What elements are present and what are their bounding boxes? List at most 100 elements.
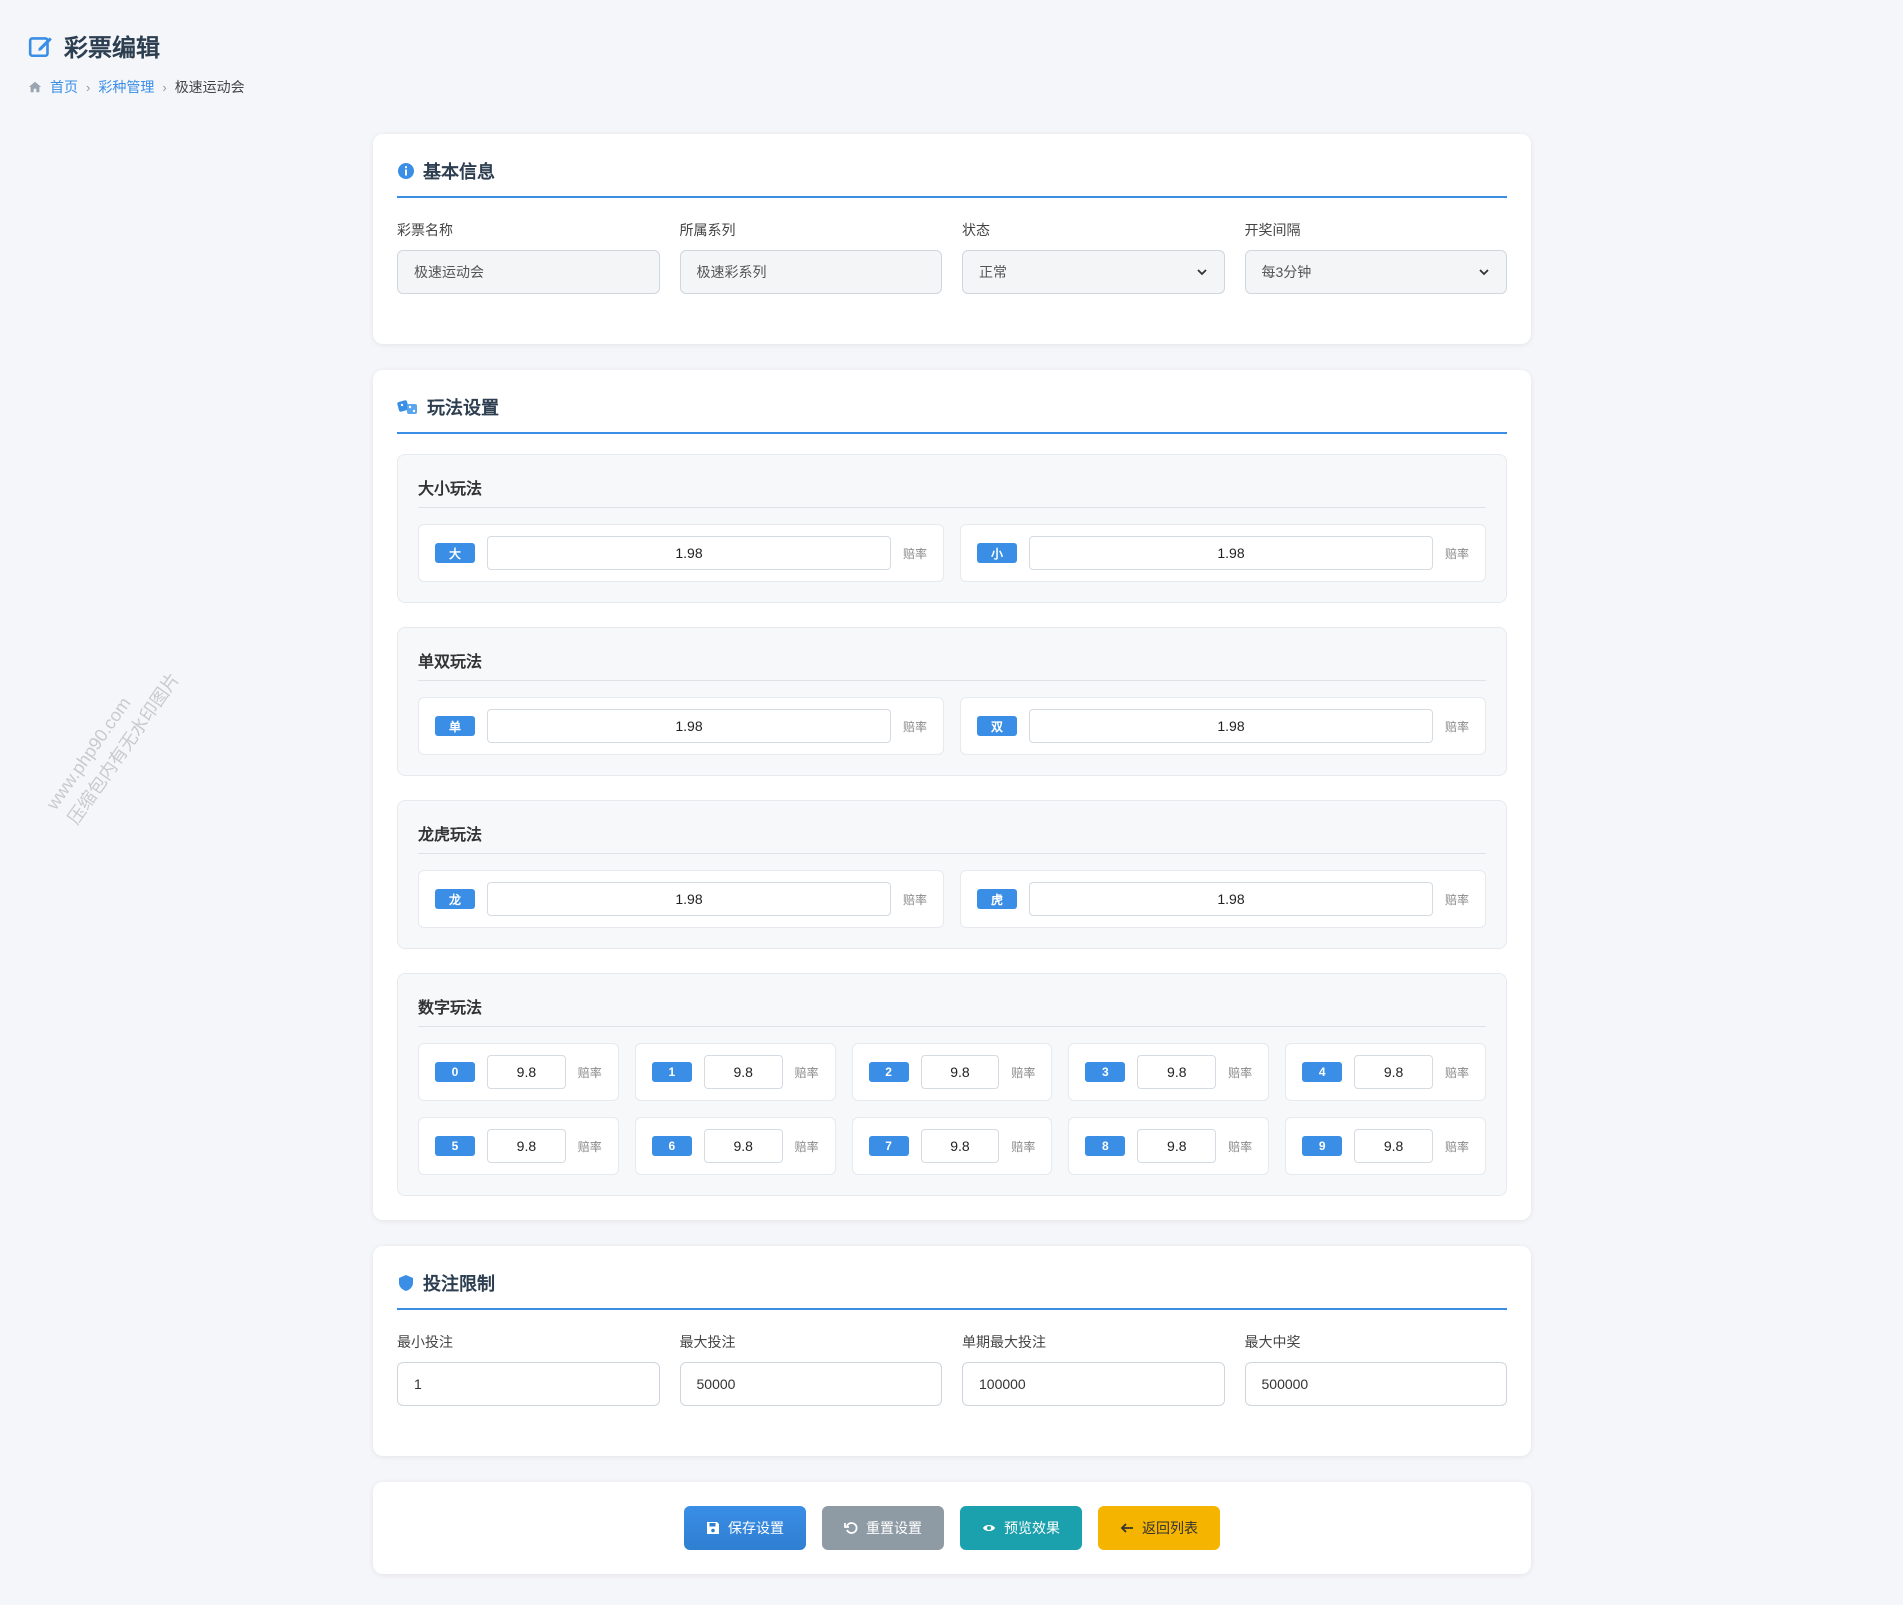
odd-even-group: 单双玩法单 1.98 赔率 双 1.98 赔率 bbox=[397, 627, 1507, 776]
odds-row: 单 1.98 赔率 双 1.98 赔率 bbox=[418, 697, 1486, 755]
odds-item: 单 1.98 赔率 bbox=[418, 697, 944, 755]
odds-input[interactable]: 9.8 bbox=[1137, 1129, 1217, 1163]
odds-input[interactable]: 9.8 bbox=[487, 1129, 566, 1163]
odds-input[interactable]: 1.98 bbox=[487, 709, 891, 743]
field-label: 最大中奖 bbox=[1244, 1334, 1301, 1350]
basic-info-title: 基本信息 bbox=[423, 162, 495, 182]
preview-button[interactable]: 预览效果 bbox=[960, 1506, 1082, 1550]
breadcrumb-lottery-manage[interactable]: 彩种管理 bbox=[98, 77, 154, 97]
number-group: 数字玩法 0 9.8 赔率 1 9.8 赔率 2 9.8 赔率 3 9.8 赔率 4 9.8 赔率 5 9.8 赔率… bbox=[397, 973, 1507, 1196]
odds-item: 7 9.8 赔率 bbox=[851, 1117, 1053, 1175]
odds-unit-label: 赔率 bbox=[902, 719, 927, 734]
field-label: 所属系列 bbox=[679, 222, 736, 238]
odds-item: 龙 1.98 赔率 bbox=[418, 870, 944, 928]
basic-info-header: 基本信息 bbox=[397, 158, 1507, 198]
interval-field: 开奖间隔 每3分钟 bbox=[1244, 220, 1507, 294]
play-settings-title: 玩法设置 bbox=[427, 398, 499, 418]
odds-badge: 5 bbox=[435, 1136, 475, 1156]
odds-item: 0 9.8 赔率 bbox=[418, 1043, 619, 1101]
arrow-left-icon bbox=[1120, 1523, 1133, 1533]
basic-info-card: 基本信息 彩票名称 极速运动会 所属系列 极速彩系列 状态 正常 开奖间隔 每3… bbox=[373, 134, 1531, 344]
odds-item: 2 9.8 赔率 bbox=[851, 1043, 1053, 1101]
shield-icon bbox=[399, 1275, 413, 1291]
odds-input[interactable]: 1.98 bbox=[1029, 882, 1433, 916]
status-select[interactable]: 正常 bbox=[962, 250, 1225, 294]
bet-limit-title: 投注限制 bbox=[423, 1274, 495, 1294]
odds-item: 4 9.8 赔率 bbox=[1285, 1043, 1486, 1101]
save-button[interactable]: 保存设置 bbox=[684, 1506, 806, 1550]
odds-item: 9 9.8 赔率 bbox=[1285, 1117, 1486, 1175]
odds-badge: 4 bbox=[1302, 1062, 1343, 1082]
series-input[interactable]: 极速彩系列 bbox=[679, 250, 942, 294]
field-label: 状态 bbox=[962, 222, 990, 238]
reset-button-label: 重置设置 bbox=[866, 1520, 922, 1536]
lottery-name-field: 彩票名称 极速运动会 bbox=[397, 220, 660, 294]
odds-unit-label: 赔率 bbox=[1011, 1065, 1036, 1080]
odds-badge: 8 bbox=[1085, 1136, 1126, 1156]
field-label: 单期最大投注 bbox=[962, 1334, 1046, 1350]
odds-badge: 0 bbox=[435, 1062, 475, 1082]
odds-input[interactable]: 1.98 bbox=[1029, 709, 1433, 743]
edit-icon bbox=[28, 36, 52, 57]
info-icon bbox=[398, 163, 414, 179]
odds-badge: 7 bbox=[868, 1136, 909, 1156]
min-bet-input[interactable]: 1 bbox=[397, 1362, 660, 1406]
play-settings-header: 玩法设置 bbox=[397, 394, 1507, 434]
group-title: 数字玩法 bbox=[418, 994, 1486, 1027]
field-value: 极速运动会 bbox=[414, 264, 484, 280]
odds-input[interactable]: 1.98 bbox=[1029, 536, 1433, 570]
field-value: 500000 bbox=[1261, 1376, 1309, 1392]
reset-button[interactable]: 重置设置 bbox=[822, 1506, 944, 1550]
eye-icon bbox=[983, 1525, 995, 1531]
undo-icon bbox=[844, 1522, 858, 1534]
odds-input[interactable]: 9.8 bbox=[920, 1055, 1000, 1089]
odds-item: 8 9.8 赔率 bbox=[1068, 1117, 1270, 1175]
period-max-bet-field: 单期最大投注 100000 bbox=[962, 1332, 1225, 1406]
min-bet-field: 最小投注 1 bbox=[397, 1332, 660, 1406]
lottery-name-input[interactable]: 极速运动会 bbox=[397, 250, 660, 294]
field-label: 最大投注 bbox=[679, 1334, 736, 1350]
odds-input[interactable]: 9.8 bbox=[487, 1055, 566, 1089]
odds-badge: 单 bbox=[435, 716, 475, 736]
max-win-input[interactable]: 500000 bbox=[1244, 1362, 1507, 1406]
odds-item: 双 1.98 赔率 bbox=[960, 697, 1486, 755]
odds-item: 大 1.98 赔率 bbox=[418, 524, 944, 582]
bet-limit-fields: 最小投注 1 最大投注 50000 单期最大投注 100000 最大中奖 500… bbox=[397, 1310, 1507, 1456]
odds-input[interactable]: 9.8 bbox=[1354, 1055, 1433, 1089]
home-icon bbox=[28, 81, 42, 93]
odds-badge: 龙 bbox=[435, 889, 475, 909]
actions-card: 保存设置 重置设置 预览效果 返回列表 bbox=[373, 1482, 1531, 1574]
odds-unit-label: 赔率 bbox=[1444, 719, 1469, 734]
odds-unit-label: 赔率 bbox=[794, 1065, 819, 1080]
odds-unit-label: 赔率 bbox=[577, 1065, 602, 1080]
main-container: 基本信息 彩票名称 极速运动会 所属系列 极速彩系列 状态 正常 开奖间隔 每3… bbox=[373, 134, 1531, 1600]
odds-badge: 双 bbox=[977, 716, 1017, 736]
save-icon bbox=[707, 1522, 719, 1534]
field-value: 正常 bbox=[979, 264, 1007, 280]
odds-input[interactable]: 9.8 bbox=[920, 1129, 1000, 1163]
period-max-bet-input[interactable]: 100000 bbox=[962, 1362, 1225, 1406]
field-value: 极速彩系列 bbox=[696, 264, 767, 280]
series-field: 所属系列 极速彩系列 bbox=[679, 220, 942, 294]
odds-input[interactable]: 1.98 bbox=[487, 882, 891, 916]
breadcrumb-home[interactable]: 首页 bbox=[50, 77, 78, 97]
max-bet-field: 最大投注 50000 bbox=[679, 1332, 942, 1406]
back-to-list-button[interactable]: 返回列表 bbox=[1098, 1506, 1220, 1550]
odds-unit-label: 赔率 bbox=[902, 546, 927, 561]
breadcrumb-current: 极速运动会 bbox=[174, 79, 245, 95]
interval-select[interactable]: 每3分钟 bbox=[1244, 250, 1507, 294]
odds-unit-label: 赔率 bbox=[1011, 1139, 1036, 1154]
odds-input[interactable]: 9.8 bbox=[1137, 1055, 1217, 1089]
odds-badge: 大 bbox=[435, 543, 475, 563]
odds-badge: 虎 bbox=[977, 889, 1017, 909]
max-bet-input[interactable]: 50000 bbox=[679, 1362, 942, 1406]
chevron-right-icon: › bbox=[162, 79, 167, 95]
watermark: www.php90.com 压缩包内有无水印图片 bbox=[40, 653, 186, 830]
odds-input[interactable]: 9.8 bbox=[703, 1055, 783, 1089]
odds-input[interactable]: 1.98 bbox=[487, 536, 891, 570]
field-value: 100000 bbox=[979, 1376, 1026, 1392]
odds-input[interactable]: 9.8 bbox=[1354, 1129, 1433, 1163]
odds-input[interactable]: 9.8 bbox=[703, 1129, 783, 1163]
odds-unit-label: 赔率 bbox=[1228, 1139, 1253, 1154]
max-win-field: 最大中奖 500000 bbox=[1244, 1332, 1507, 1406]
